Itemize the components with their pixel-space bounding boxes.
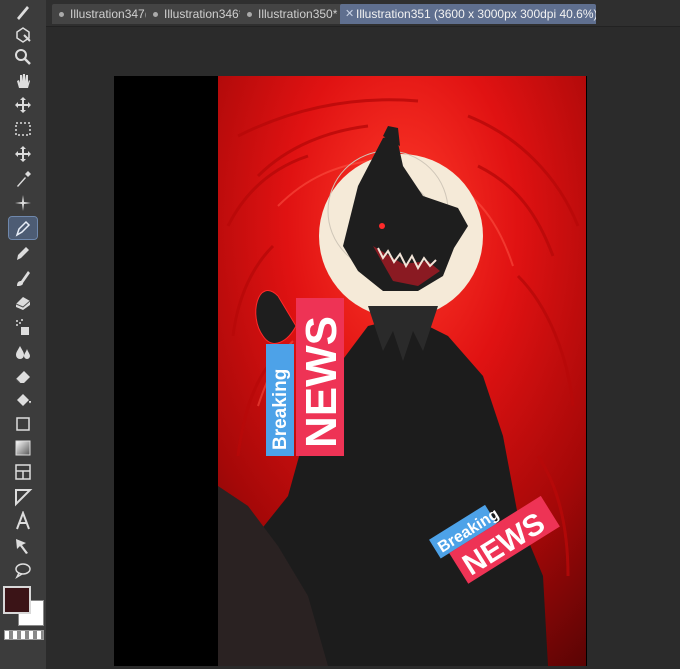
- brush-icon: [17, 271, 30, 286]
- move-tool[interactable]: [9, 94, 37, 116]
- eyedropper-tool[interactable]: [9, 168, 37, 190]
- move-layer-tool[interactable]: [9, 143, 37, 165]
- bucket-icon: [17, 394, 31, 406]
- balloon-icon: [15, 563, 31, 579]
- document-tab-bar: Illustration347( Illustration346* Illust…: [46, 0, 680, 27]
- airbrush-tool[interactable]: [9, 316, 37, 338]
- frame-tool[interactable]: [9, 461, 37, 483]
- pencil-tool[interactable]: [9, 242, 37, 264]
- tab-label: Illustration351 (3600 x 3000px 300dpi 40…: [356, 7, 596, 21]
- sign1-big-text: NEWS: [297, 316, 346, 448]
- rectangle-tool[interactable]: [9, 413, 37, 435]
- fill-tool[interactable]: [9, 389, 37, 411]
- tab-dot-icon: [247, 12, 252, 17]
- brush-tool[interactable]: [9, 267, 37, 289]
- move-icon: [15, 97, 31, 113]
- artwork-illustration: Breaking NEWS Breaking NEWS: [218, 76, 586, 666]
- selection-tool[interactable]: [9, 118, 37, 140]
- tab-label: Illustration347(: [70, 7, 149, 21]
- vector-pen-icon: [15, 220, 31, 237]
- decoration-tool[interactable]: [9, 341, 37, 363]
- zoom-icon: [15, 49, 31, 65]
- blend-tool[interactable]: [9, 292, 37, 314]
- text-icon: [16, 511, 30, 530]
- airbrush-icon: [16, 319, 29, 335]
- tab-illustration347[interactable]: Illustration347(: [52, 4, 160, 24]
- tab-illustration346[interactable]: Illustration346*: [146, 4, 254, 24]
- hand-icon: [17, 74, 30, 88]
- pen-icon: [17, 6, 29, 20]
- ruler-icon: [15, 489, 33, 507]
- auto-select-tool[interactable]: [9, 192, 37, 214]
- selection-icon: [15, 122, 31, 136]
- tab-dot-icon: [59, 12, 64, 17]
- tab-illustration350[interactable]: Illustration350*: [240, 4, 354, 24]
- tab-dot-icon: [153, 12, 158, 17]
- tab-illustration351[interactable]: ✕ Illustration351 (3600 x 3000px 300dpi …: [340, 4, 596, 24]
- correct-line-icon: [16, 539, 28, 554]
- balloon-tool[interactable]: [9, 559, 37, 581]
- pen-tool[interactable]: [9, 1, 37, 23]
- vector-pen-tool[interactable]: [8, 216, 38, 240]
- operation-icon: [16, 27, 31, 43]
- eraser-tool[interactable]: [9, 365, 37, 387]
- tab-label: Illustration346*: [164, 7, 244, 21]
- rectangle-icon: [16, 417, 30, 431]
- frame-icon: [15, 464, 31, 480]
- tool-palette: [0, 0, 47, 669]
- blend-icon: [15, 297, 31, 310]
- correct-line-tool[interactable]: [9, 535, 37, 557]
- text-tool[interactable]: [9, 510, 37, 532]
- move-layer-icon: [15, 146, 31, 162]
- gradient-icon: [15, 440, 31, 456]
- eyedropper-icon: [17, 171, 31, 187]
- transparent-color-swatch[interactable]: [4, 630, 44, 640]
- eraser-icon: [15, 371, 30, 384]
- auto-select-icon: [15, 195, 31, 211]
- artwork-canvas[interactable]: Breaking NEWS Breaking NEWS: [218, 76, 586, 666]
- operation-tool[interactable]: [9, 23, 37, 45]
- close-icon[interactable]: ✕: [345, 4, 354, 24]
- ruler-tool[interactable]: [9, 486, 37, 508]
- tab-label: Illustration350*: [258, 7, 338, 21]
- gradient-tool[interactable]: [9, 437, 37, 459]
- main-color-swatch[interactable]: [3, 586, 31, 614]
- droplets-icon: [16, 346, 30, 359]
- sign1-small-text: Breaking: [270, 369, 291, 450]
- pencil-icon: [17, 247, 29, 260]
- hand-tool[interactable]: [9, 70, 37, 92]
- zoom-tool[interactable]: [9, 46, 37, 68]
